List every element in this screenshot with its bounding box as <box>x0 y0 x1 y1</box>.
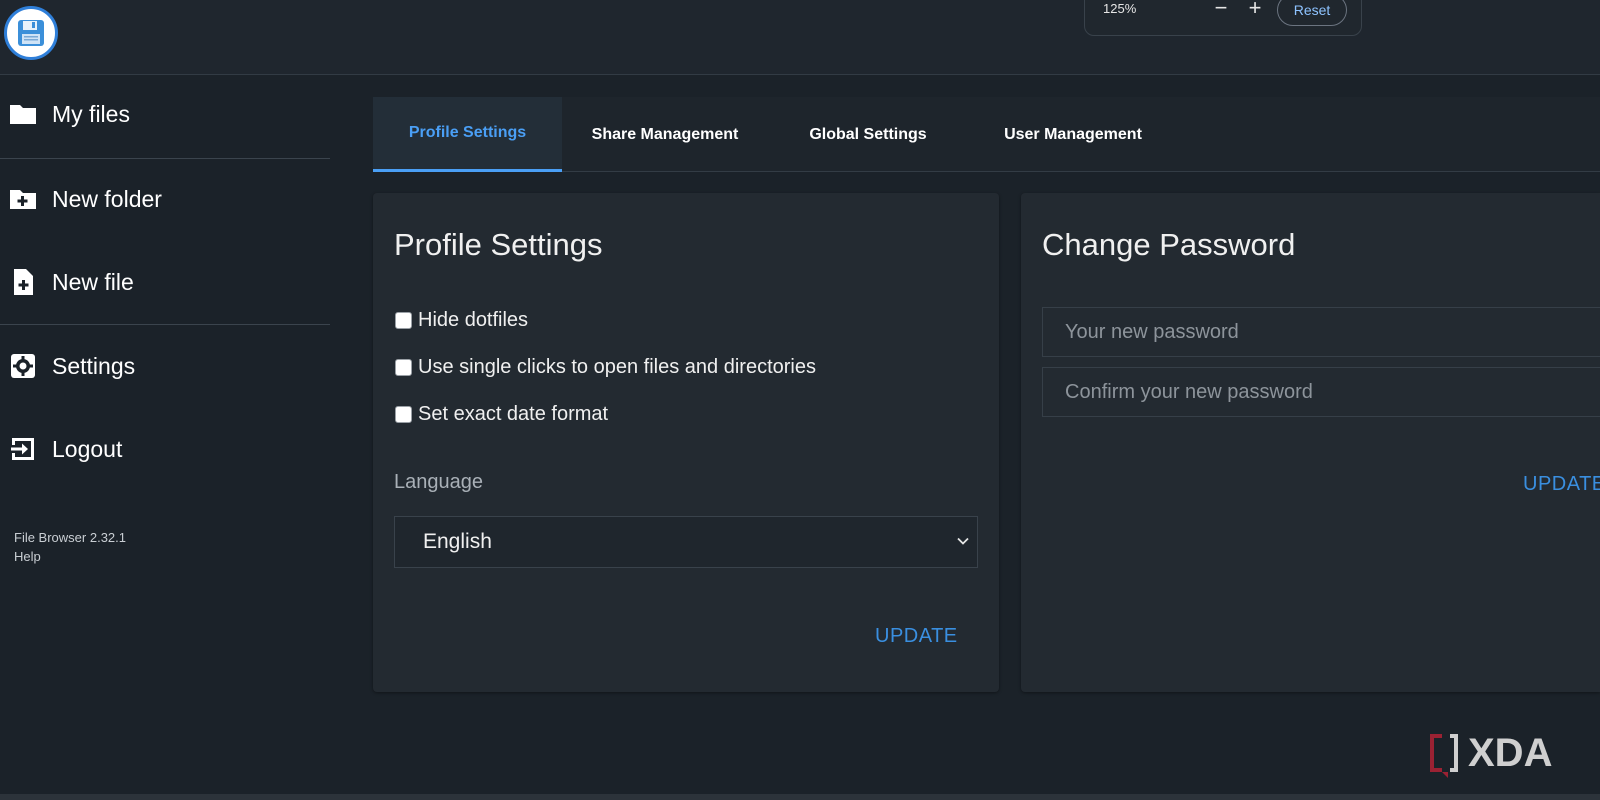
card-title: Change Password <box>1042 227 1296 262</box>
zoom-reset-button[interactable]: Reset <box>1277 0 1347 26</box>
language-label: Language <box>394 471 483 493</box>
sidebar-item-new-folder[interactable]: New folder <box>0 169 330 229</box>
input-placeholder: Confirm your new password <box>1065 380 1313 403</box>
sidebar-item-settings[interactable]: Settings <box>0 336 330 396</box>
folder-icon <box>10 105 36 124</box>
sidebar-item-label: Logout <box>52 435 123 462</box>
app-version: File Browser 2.32.1 <box>14 530 126 545</box>
chevron-down-icon <box>957 537 969 545</box>
new-password-field[interactable]: Your new password <box>1042 307 1600 357</box>
folder-plus-icon <box>10 190 36 209</box>
sidebar-item-label: New file <box>52 268 134 295</box>
settings-tabs: Profile Settings Share Management Global… <box>373 97 1600 172</box>
checkbox-label: Set exact date format <box>418 403 609 425</box>
exact-date-option: Set exact date format <box>395 403 608 426</box>
hide-dotfiles-checkbox[interactable] <box>395 312 412 329</box>
sidebar-item-label: New folder <box>52 185 162 212</box>
sidebar-item-my-files[interactable]: My files <box>0 84 330 144</box>
tab-user-management[interactable]: User Management <box>968 97 1178 172</box>
profile-settings-card: Profile Settings Hide dotfiles Use singl… <box>373 193 999 692</box>
zoom-level: 125% <box>1103 1 1137 16</box>
tab-global-settings[interactable]: Global Settings <box>768 97 968 172</box>
card-title: Profile Settings <box>394 227 603 262</box>
sidebar-item-new-file[interactable]: New file <box>0 252 330 312</box>
tab-share-management[interactable]: Share Management <box>562 97 768 172</box>
xda-watermark-logo: XDA <box>1430 731 1552 778</box>
help-link[interactable]: Help <box>14 549 41 564</box>
logout-icon <box>11 438 34 460</box>
exact-date-checkbox[interactable] <box>395 406 412 423</box>
zoom-out-button[interactable]: − <box>1209 0 1233 21</box>
app-header: 125% − + Reset <box>0 0 1600 75</box>
confirm-password-field[interactable]: Confirm your new password <box>1042 367 1600 417</box>
hide-dotfiles-option: Hide dotfiles <box>395 309 528 332</box>
bottom-edge <box>0 794 1600 800</box>
sidebar-divider <box>0 158 330 159</box>
zoom-in-button[interactable]: + <box>1243 0 1267 21</box>
gear-icon <box>11 354 35 378</box>
watermark-text: XDA <box>1468 731 1552 775</box>
checkbox-label: Use single clicks to open files and dire… <box>418 356 816 378</box>
sidebar: My files New folder New file Settings Lo… <box>0 76 330 796</box>
language-value: English <box>423 530 492 553</box>
password-update-button[interactable]: UPDATE <box>1523 473 1600 496</box>
sidebar-item-logout[interactable]: Logout <box>0 419 330 479</box>
sidebar-item-label: Settings <box>52 352 136 379</box>
profile-update-button[interactable]: UPDATE <box>875 625 958 648</box>
input-placeholder: Your new password <box>1065 320 1239 343</box>
app-logo[interactable] <box>4 6 58 60</box>
sidebar-item-label: My files <box>52 100 130 127</box>
checkbox-label: Hide dotfiles <box>418 309 529 331</box>
language-select[interactable]: English <box>394 516 978 568</box>
single-click-checkbox[interactable] <box>395 359 412 376</box>
file-plus-icon <box>14 269 33 295</box>
change-password-card: Change Password Your new password Confir… <box>1021 193 1600 692</box>
tab-profile-settings[interactable]: Profile Settings <box>373 97 562 172</box>
sidebar-divider <box>0 324 330 325</box>
floppy-disk-icon <box>18 20 44 46</box>
zoom-popup: 125% − + Reset <box>1084 0 1362 36</box>
single-click-option: Use single clicks to open files and dire… <box>395 356 816 379</box>
